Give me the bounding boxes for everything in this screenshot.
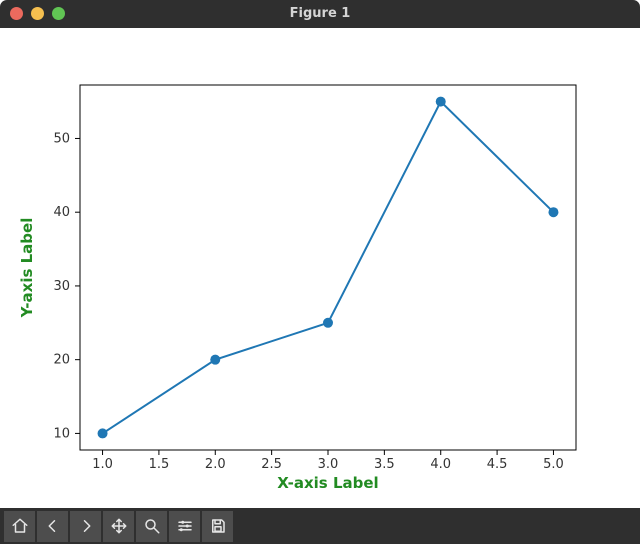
y-axis-label: Y-axis Label [18, 218, 36, 319]
chart-svg: 1.0 1.5 2.0 2.5 3.0 3.5 4.0 4.5 5.0 10 20 30 40 50 X-… [0, 28, 640, 508]
home-button[interactable] [4, 511, 35, 542]
x-tick-label: 2.0 [205, 457, 226, 472]
arrow-right-icon [77, 517, 95, 535]
x-tick-label: 4.0 [430, 457, 451, 472]
data-marker [323, 318, 333, 328]
x-axis-label: X-axis Label [277, 474, 378, 492]
data-marker [548, 207, 558, 217]
data-line [103, 102, 554, 434]
x-tick-label: 1.5 [149, 457, 170, 472]
data-marker [210, 355, 220, 365]
x-tick-label: 3.5 [374, 457, 395, 472]
back-button[interactable] [37, 511, 68, 542]
data-marker [436, 97, 446, 107]
zoom-button[interactable] [136, 511, 167, 542]
y-tick-label: 20 [53, 353, 70, 368]
x-tick-label: 4.5 [487, 457, 508, 472]
sliders-icon [176, 517, 194, 535]
matplotlib-toolbar [0, 508, 640, 544]
x-tick-label: 2.5 [261, 457, 282, 472]
data-marker [98, 428, 108, 438]
save-icon [209, 517, 227, 535]
y-tick-label: 10 [53, 426, 70, 441]
y-tick-label: 30 [53, 279, 70, 294]
window-title: Figure 1 [0, 6, 640, 21]
x-tick-label: 1.0 [92, 457, 113, 472]
x-tick-label: 3.0 [318, 457, 339, 472]
x-tick-label: 5.0 [543, 457, 564, 472]
y-tick-label: 40 [53, 205, 70, 220]
configure-button[interactable] [169, 511, 200, 542]
y-tick-label: 50 [53, 131, 70, 146]
plot-canvas: 1.0 1.5 2.0 2.5 3.0 3.5 4.0 4.5 5.0 10 20 30 40 50 X-… [0, 28, 640, 508]
arrow-left-icon [44, 517, 62, 535]
forward-button[interactable] [70, 511, 101, 542]
save-button[interactable] [202, 511, 233, 542]
pan-button[interactable] [103, 511, 134, 542]
window-titlebar: Figure 1 [0, 0, 640, 28]
home-icon [11, 517, 29, 535]
zoom-icon [143, 517, 161, 535]
move-icon [110, 517, 128, 535]
